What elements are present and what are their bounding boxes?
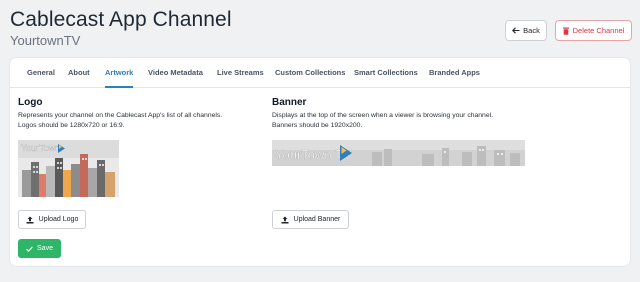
upload-banner-label: Upload Banner: [293, 216, 341, 223]
banner-heading: Banner: [272, 97, 307, 108]
save-label: Save: [37, 245, 53, 252]
tab-branded-apps[interactable]: Branded Apps: [429, 58, 480, 88]
page-header: Cablecast App Channel YourtownTV: [10, 8, 232, 49]
banner-description: Displays at the top of the screen when a…: [272, 112, 494, 129]
tab-video-metadata[interactable]: Video Metadata: [148, 58, 203, 88]
tab-live-streams[interactable]: Live Streams: [217, 58, 264, 88]
tab-general[interactable]: General: [27, 58, 55, 88]
tab-about[interactable]: About: [68, 58, 90, 88]
upload-logo-label: Upload Logo: [38, 216, 79, 223]
trash-icon: [562, 27, 569, 35]
upload-icon: [26, 216, 34, 224]
tab-bar: General About Artwork Video Metadata Liv…: [10, 58, 630, 88]
artwork-card: General About Artwork Video Metadata Liv…: [10, 58, 630, 266]
upload-logo-button[interactable]: Upload Logo: [18, 210, 86, 229]
delete-channel-button[interactable]: Delete Channel: [555, 20, 632, 41]
logo-image-text: YourTown: [21, 143, 60, 153]
arrow-left-icon: [512, 27, 520, 34]
back-button[interactable]: Back: [505, 20, 547, 41]
page-title: Cablecast App Channel: [10, 8, 232, 31]
save-button[interactable]: Save: [18, 239, 61, 258]
tab-smart-collections[interactable]: Smart Collections: [354, 58, 418, 88]
check-icon: [26, 245, 33, 252]
logo-description: Represents your channel on the Cablecast…: [18, 112, 223, 129]
upload-banner-button[interactable]: Upload Banner: [272, 210, 349, 229]
delete-label: Delete Channel: [572, 26, 625, 35]
banner-image: YourTown TV: [272, 140, 525, 166]
logo-image: YourTown: [18, 140, 119, 197]
upload-icon: [281, 216, 289, 224]
tab-custom-collections[interactable]: Custom Collections: [275, 58, 345, 88]
tab-artwork[interactable]: Artwork: [105, 58, 134, 88]
back-label: Back: [523, 26, 540, 35]
page-subtitle: YourtownTV: [10, 33, 81, 48]
logo-heading: Logo: [18, 97, 43, 108]
